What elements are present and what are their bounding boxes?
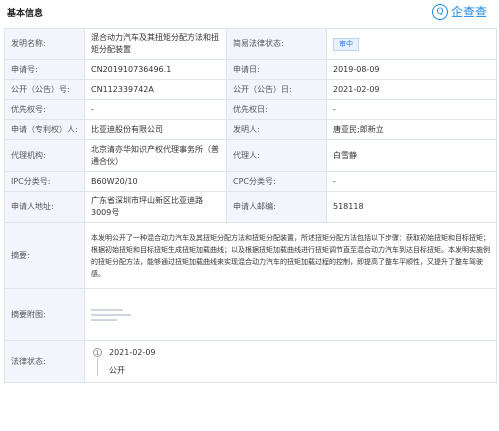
pub-no-label: 公开（公告）号:	[4, 79, 85, 100]
abstract-figure-label: 摘要附图:	[4, 288, 85, 341]
patent-info-table: 发明名称: 混合动力汽车及其扭矩分配方法和扭矩分配装置 简易法律状态: 审中 申…	[4, 28, 497, 383]
ipc-label: IPC分类号:	[4, 171, 85, 192]
pub-no-value: CN112339742A	[84, 79, 227, 100]
applicant-label: 申请（专利权）人:	[4, 119, 85, 140]
address-label: 申请人地址:	[4, 191, 85, 223]
priority-no-value: -	[84, 99, 227, 120]
postcode-value: 518118	[326, 191, 497, 223]
timeline-line	[97, 357, 98, 376]
applicant-link[interactable]: 比亚迪股份有限公司	[84, 119, 227, 140]
abstract-label: 摘要:	[4, 222, 85, 289]
legal-status-label: 简易法律状态:	[226, 28, 327, 60]
agency-label: 代理机构:	[4, 139, 85, 172]
section-title: 基本信息	[7, 9, 44, 19]
legal-status-timeline: 1 2021-02-09 公开	[84, 340, 497, 383]
timeline-status: 公开	[109, 365, 125, 375]
agency-link[interactable]: 北京清亦华知识产权代理事务所（普通合伙）	[84, 139, 227, 172]
pub-date-label: 公开（公告）日:	[226, 79, 327, 100]
cpc-label: CPC分类号:	[226, 171, 327, 192]
legal-status-history-label: 法律状态:	[4, 340, 85, 383]
cpc-value: -	[326, 171, 497, 192]
name-label: 发明名称:	[4, 28, 85, 60]
inventor-value: 唐亚民;郎新立	[326, 119, 497, 140]
agent-label: 代理人:	[226, 139, 327, 172]
timeline-date: 2021-02-09	[109, 347, 156, 357]
brand-logo-text: 企查查	[450, 5, 487, 19]
inventor-label: 发明人:	[226, 119, 327, 140]
ipc-value: B60W20/10	[84, 171, 227, 192]
app-date-value: 2019-08-09	[326, 59, 497, 80]
section-header: 基本信息 Q 企查查	[0, 0, 499, 24]
priority-no-label: 优先权号:	[4, 99, 85, 120]
priority-date-label: 优先权日:	[226, 99, 327, 120]
status-badge: 审中	[333, 37, 359, 51]
app-no-label: 申请号:	[4, 59, 85, 80]
priority-date-value: -	[326, 99, 497, 120]
legal-status-cell: 审中	[326, 28, 497, 60]
abstract-figure-cell	[84, 288, 497, 341]
app-no-value: CN201910736496.1	[84, 59, 227, 80]
timeline-dot-icon: 1	[93, 347, 102, 357]
abstract-text: 本发明公开了一种混合动力汽车及其扭矩分配方法和扭矩分配装置，所述扭矩分配方法包括…	[84, 222, 497, 289]
address-value: 广东省深圳市坪山新区比亚迪路3009号	[84, 191, 227, 223]
brand-logo: Q 企查查	[431, 3, 487, 20]
postcode-label: 申请人邮编:	[226, 191, 327, 223]
name-value: 混合动力汽车及其扭矩分配方法和扭矩分配装置	[84, 28, 227, 60]
agent-value: 白雪静	[326, 139, 497, 172]
app-date-label: 申请日:	[226, 59, 327, 80]
pub-date-value: 2021-02-09	[326, 79, 497, 100]
abstract-figure-thumbnail[interactable]	[91, 300, 131, 330]
magnifier-logo-icon: Q	[431, 3, 448, 20]
